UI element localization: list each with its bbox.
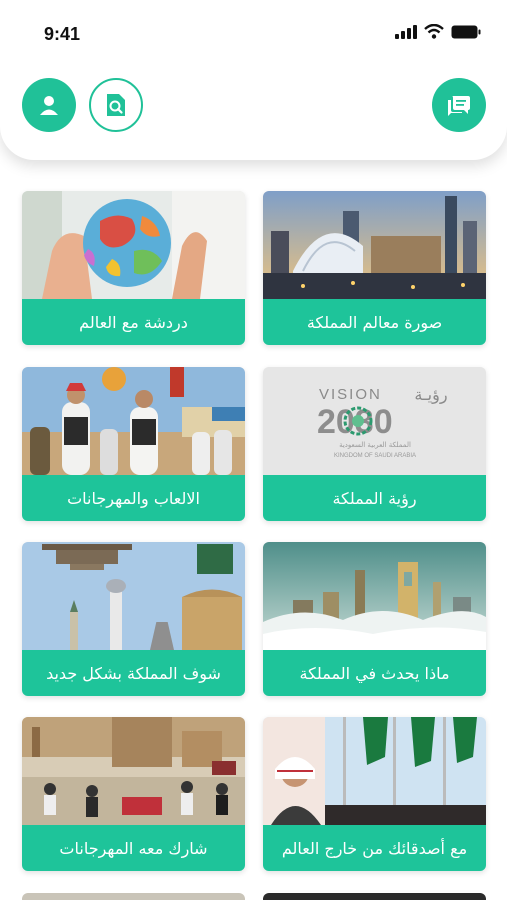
card-kingdom-landmarks-photo[interactable]: صورة معالم المملكة (263, 191, 486, 345)
card-chat-with-world[interactable]: دردشة مع العالم (22, 191, 245, 345)
card-partial-next[interactable] (263, 893, 486, 900)
card-label: دردشة مع العالم (22, 299, 245, 345)
wifi-icon (424, 24, 444, 39)
card-label: شوف المملكة بشكل جديد (22, 650, 245, 696)
card-friends-outside-world[interactable]: مع أصدقائك من خارج العالم (263, 717, 486, 871)
person-icon (40, 96, 58, 115)
card-image-king-portrait (263, 717, 486, 825)
battery-icon (451, 25, 481, 38)
card-kingdom-vision[interactable]: VISION رؤيـة 2030 المملكة العربية السعود… (263, 367, 486, 521)
vision-english-subtitle: KINGDOM OF SAUDI ARABIA (334, 453, 416, 459)
card-image-vision-2030: VISION رؤيـة 2030 المملكة العربية السعود… (263, 367, 486, 475)
card-label: رؤية المملكة (263, 475, 486, 521)
card-partial-next[interactable] (22, 893, 245, 900)
app-header: 9:41 (0, 0, 507, 160)
card-see-kingdom-new[interactable]: شوف المملكة بشكل جديد (22, 542, 245, 696)
status-bar-icons (395, 24, 481, 39)
card-games-festivals[interactable]: الالعاب والمهرجانات (22, 367, 245, 521)
signal-icon (395, 24, 417, 39)
chat-bubble-icon (448, 96, 470, 116)
search-document-icon (107, 94, 125, 116)
vision-arabic-text: رؤيـة (414, 385, 447, 405)
vision-arabic-subtitle: المملكة العربية السعودية (339, 441, 411, 449)
vision-text: VISION (319, 386, 382, 403)
card-label: مع أصدقائك من خارج العالم (263, 825, 486, 871)
card-label: ماذا يحدث في المملكة (263, 650, 486, 696)
card-image-traditional-dance (22, 367, 245, 475)
search-button[interactable] (89, 78, 143, 132)
card-image-globe (22, 191, 245, 299)
card-image-landmarks-collage (22, 542, 245, 650)
chat-button[interactable] (432, 78, 486, 132)
card-whats-happening[interactable]: ماذا يحدث في المملكة (263, 542, 486, 696)
profile-button[interactable] (22, 78, 76, 132)
status-bar-time: 9:41 (44, 24, 81, 44)
card-share-festivals[interactable]: شارك معه المهرجانات (22, 717, 245, 871)
card-label: الالعاب والمهرجانات (22, 475, 245, 521)
card-label: شارك معه المهرجانات (22, 825, 245, 871)
card-label: صورة معالم المملكة (263, 299, 486, 345)
card-image-festival-crowd (22, 717, 245, 825)
card-image-skyline (263, 191, 486, 299)
card-image-city-clouds (263, 542, 486, 650)
